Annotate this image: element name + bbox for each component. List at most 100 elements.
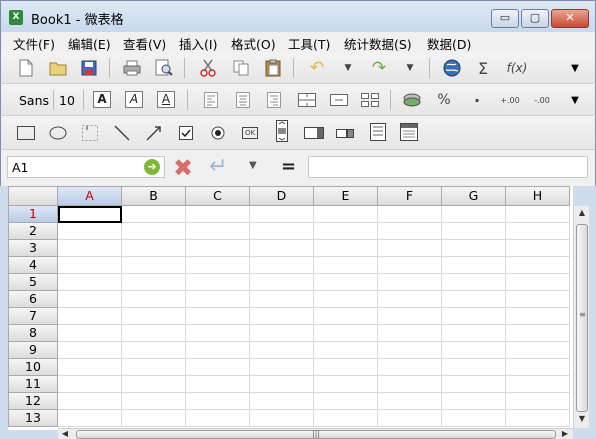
cell-d8[interactable] — [250, 325, 314, 342]
cell-h1[interactable] — [506, 206, 570, 223]
save-icon[interactable] — [78, 58, 100, 78]
enter-formula-icon[interactable]: = — [281, 156, 296, 177]
cell-g9[interactable] — [442, 342, 506, 359]
paste-icon[interactable] — [262, 58, 284, 78]
row-header-11[interactable]: 11 — [8, 376, 58, 393]
cell-h2[interactable] — [506, 223, 570, 240]
cell-a9[interactable] — [58, 342, 122, 359]
cell-a7[interactable] — [58, 308, 122, 325]
cell-a5[interactable] — [58, 274, 122, 291]
cell-c10[interactable] — [186, 359, 250, 376]
scrollbar-icon[interactable] — [271, 120, 293, 142]
cell-a12[interactable] — [58, 393, 122, 410]
column-header-a[interactable]: A — [58, 186, 122, 206]
cell-e5[interactable] — [314, 274, 378, 291]
menu-view[interactable]: 查看(V) — [123, 34, 166, 53]
print-preview-icon[interactable] — [153, 58, 175, 78]
rectangle-icon[interactable] — [15, 123, 37, 143]
row-header-4[interactable]: 4 — [8, 257, 58, 274]
center-across-icon[interactable] — [328, 90, 350, 110]
cell-h11[interactable] — [506, 376, 570, 393]
row-header-6[interactable]: 6 — [8, 291, 58, 308]
formula-input[interactable] — [308, 156, 588, 178]
cell-c4[interactable] — [186, 257, 250, 274]
cell-b10[interactable] — [122, 359, 186, 376]
decrease-decimal-icon[interactable]: -.00 — [529, 90, 555, 110]
cell-a1[interactable] — [58, 206, 122, 223]
cell-c2[interactable] — [186, 223, 250, 240]
maximize-button[interactable]: ▢ — [521, 9, 549, 28]
cell-c13[interactable] — [186, 410, 250, 427]
underline-button[interactable]: A — [157, 91, 175, 108]
cell-e7[interactable] — [314, 308, 378, 325]
font-name-field[interactable]: Sans — [19, 93, 49, 108]
thousands-separator-icon[interactable]: · — [466, 90, 488, 110]
menu-format[interactable]: 格式(O) — [231, 34, 276, 53]
row-header-9[interactable]: 9 — [8, 342, 58, 359]
cell-d13[interactable] — [250, 410, 314, 427]
cancel-edit-icon[interactable]: ✖ — [173, 154, 193, 182]
menu-file[interactable]: 文件(F) — [13, 34, 55, 53]
cell-d5[interactable] — [250, 274, 314, 291]
merge-cells-icon[interactable] — [296, 90, 318, 110]
cell-h3[interactable] — [506, 240, 570, 257]
cell-b9[interactable] — [122, 342, 186, 359]
line-icon[interactable] — [111, 123, 133, 143]
italic-button[interactable]: A — [125, 91, 143, 108]
bold-button[interactable]: A — [93, 91, 111, 108]
cell-b3[interactable] — [122, 240, 186, 257]
redo-dropdown-icon[interactable]: ▼ — [399, 58, 421, 78]
row-header-7[interactable]: 7 — [8, 308, 58, 325]
undo-dropdown-icon[interactable]: ▼ — [337, 58, 359, 78]
cell-e9[interactable] — [314, 342, 378, 359]
cell-d1[interactable] — [250, 206, 314, 223]
cell-g13[interactable] — [442, 410, 506, 427]
row-header-1[interactable]: 1 — [8, 206, 58, 223]
cell-e2[interactable] — [314, 223, 378, 240]
cell-d12[interactable] — [250, 393, 314, 410]
arrow-icon[interactable] — [143, 123, 165, 143]
cell-f6[interactable] — [378, 291, 442, 308]
cell-g11[interactable] — [442, 376, 506, 393]
currency-icon[interactable] — [401, 90, 423, 110]
cell-d9[interactable] — [250, 342, 314, 359]
cell-f12[interactable] — [378, 393, 442, 410]
percent-icon[interactable]: % — [433, 90, 455, 110]
goto-arrow-icon[interactable]: ➜ — [144, 159, 160, 175]
radio-icon[interactable] — [207, 123, 229, 143]
frame-icon[interactable] — [367, 122, 389, 142]
cell-g7[interactable] — [442, 308, 506, 325]
select-all-corner[interactable] — [8, 186, 58, 206]
menu-edit[interactable]: 编辑(E) — [68, 34, 111, 53]
cell-e1[interactable] — [314, 206, 378, 223]
cell-c9[interactable] — [186, 342, 250, 359]
cell-d10[interactable] — [250, 359, 314, 376]
scroll-left-icon[interactable]: ◀ — [58, 428, 72, 439]
column-header-d[interactable]: D — [250, 186, 314, 206]
cell-e10[interactable] — [314, 359, 378, 376]
column-header-f[interactable]: F — [378, 186, 442, 206]
cell-b8[interactable] — [122, 325, 186, 342]
redo-icon[interactable]: ↷ — [368, 58, 390, 78]
cell-e13[interactable] — [314, 410, 378, 427]
menu-data[interactable]: 数据(D) — [427, 34, 471, 53]
cell-f7[interactable] — [378, 308, 442, 325]
cell-a11[interactable] — [58, 376, 122, 393]
align-center-icon[interactable] — [232, 90, 254, 110]
cell-c12[interactable] — [186, 393, 250, 410]
cell-c6[interactable] — [186, 291, 250, 308]
cell-g10[interactable] — [442, 359, 506, 376]
cell-g2[interactable] — [442, 223, 506, 240]
cell-h6[interactable] — [506, 291, 570, 308]
row-header-12[interactable]: 12 — [8, 393, 58, 410]
undo-icon[interactable]: ↶ — [306, 58, 328, 78]
menu-insert[interactable]: 插入(I) — [179, 34, 217, 53]
cell-g8[interactable] — [442, 325, 506, 342]
cell-f5[interactable] — [378, 274, 442, 291]
cell-c7[interactable] — [186, 308, 250, 325]
accept-edit-icon[interactable]: ↵ — [209, 154, 227, 179]
ellipse-icon[interactable] — [47, 123, 69, 143]
cell-g4[interactable] — [442, 257, 506, 274]
column-header-g[interactable]: G — [442, 186, 506, 206]
cell-g12[interactable] — [442, 393, 506, 410]
